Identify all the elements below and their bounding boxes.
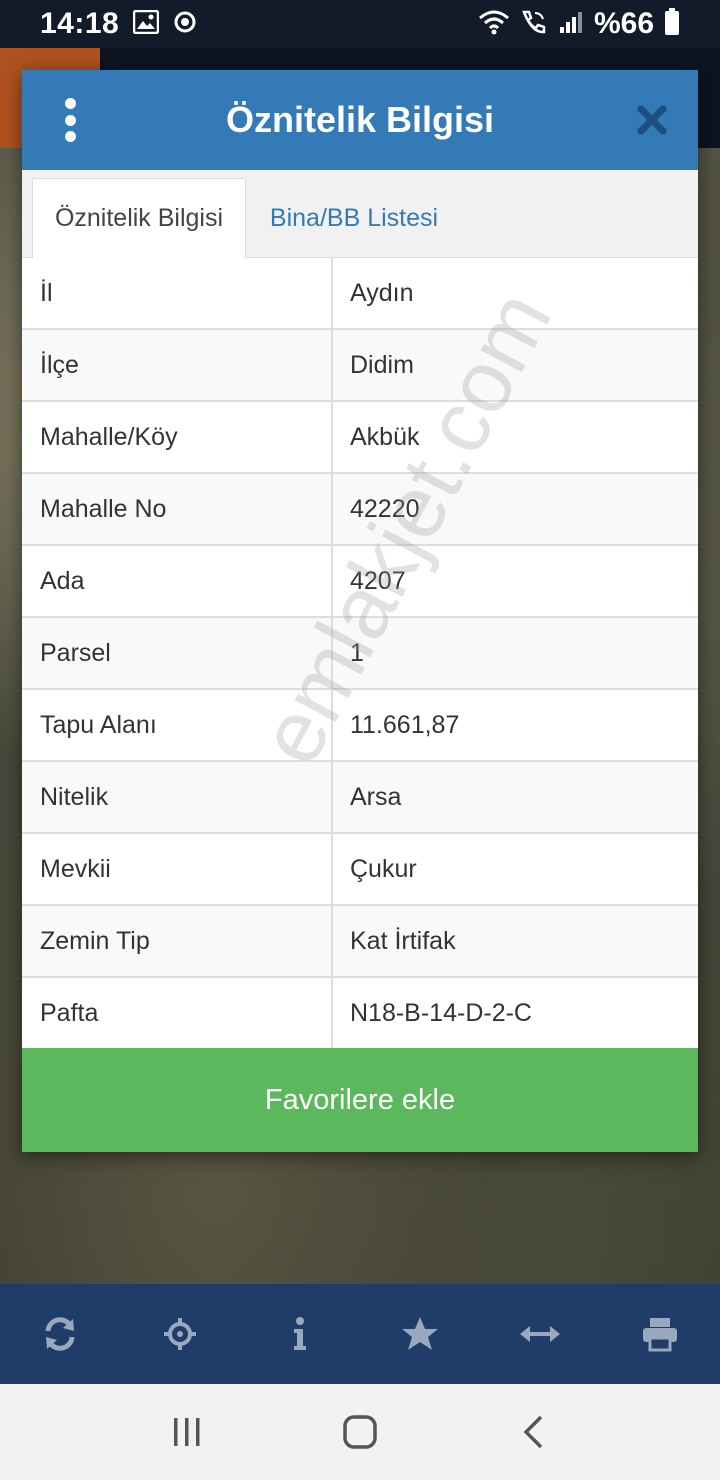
table-row: Pafta N18-B-14-D-2-C [22, 978, 698, 1050]
row-value: Didim [350, 350, 414, 379]
close-icon[interactable] [632, 100, 672, 140]
sync-icon [173, 10, 197, 39]
row-key: Mahalle/Köy [22, 402, 333, 472]
row-value: 42220 [350, 494, 420, 523]
info-icon[interactable] [265, 1299, 335, 1369]
refresh-icon[interactable] [25, 1299, 95, 1369]
print-icon[interactable] [625, 1299, 695, 1369]
table-row: Nitelik Arsa [22, 762, 698, 834]
map-toolbar [0, 1284, 720, 1384]
table-row: Parsel 1 [22, 618, 698, 690]
table-row: İlçe Didim [22, 330, 698, 402]
wifi-call-icon [520, 9, 548, 40]
row-value: Kat İrtifak [350, 926, 456, 955]
battery-icon [664, 7, 680, 41]
image-icon [132, 9, 160, 39]
locate-icon[interactable] [145, 1299, 215, 1369]
table-row: Mahalle No 42220 [22, 474, 698, 546]
row-value: Aydın [350, 278, 414, 307]
table-row: Mahalle/Köy Akbük [22, 402, 698, 474]
star-icon[interactable] [385, 1299, 455, 1369]
status-time: 14:18 [40, 7, 120, 40]
row-value: N18-B-14-D-2-C [350, 998, 532, 1027]
row-key: Mevkii [22, 834, 333, 904]
more-options-icon[interactable] [52, 98, 88, 142]
measure-icon[interactable] [505, 1299, 575, 1369]
row-value: 1 [350, 638, 364, 667]
table-row: Tapu Alanı 11.661,87 [22, 690, 698, 762]
row-key: Parsel [22, 618, 333, 688]
home-icon[interactable] [320, 1392, 400, 1472]
row-value: Akbük [350, 422, 420, 451]
tabs-bar: Öznitelik Bilgisi Bina/BB Listesi [22, 170, 698, 259]
dialog-title: Öznitelik Bilgisi [225, 99, 495, 140]
table-row: İl Aydın [22, 258, 698, 330]
battery-percentage: %66 [593, 7, 654, 40]
attribute-dialog: Öznitelik Bilgisi Öznitelik Bilgisi Bina… [22, 70, 698, 1152]
row-key: Tapu Alanı [22, 690, 333, 760]
dialog-header: Öznitelik Bilgisi [22, 70, 698, 170]
table-row: Zemin Tip Kat İrtifak [22, 906, 698, 978]
row-key: Mahalle No [22, 474, 333, 544]
tab-building-list[interactable]: Bina/BB Listesi [254, 178, 454, 259]
system-nav-bar [0, 1384, 720, 1480]
tab-attribute-info[interactable]: Öznitelik Bilgisi [32, 178, 246, 259]
add-favorite-button[interactable]: Favorilere ekle [22, 1048, 698, 1152]
row-value: 11.661,87 [350, 710, 460, 739]
row-value: Çukur [350, 854, 417, 883]
row-key: İlçe [22, 330, 333, 400]
row-key: Pafta [22, 978, 333, 1048]
row-value: 4207 [350, 566, 406, 595]
wifi-icon [478, 9, 510, 40]
signal-icon [558, 9, 584, 40]
recent-apps-icon[interactable] [147, 1392, 227, 1472]
row-key: Nitelik [22, 762, 333, 832]
table-row: Ada 4207 [22, 546, 698, 618]
status-bar: 14:18 %66 [0, 0, 720, 48]
row-key: Zemin Tip [22, 906, 333, 976]
table-row: Mevkii Çukur [22, 834, 698, 906]
row-key: İl [22, 258, 333, 328]
row-key: Ada [22, 546, 333, 616]
row-value: Arsa [350, 782, 402, 811]
attribute-table: İl Aydın İlçe Didim Mahalle/Köy Akbük Mahal… [22, 258, 698, 1050]
back-icon[interactable] [493, 1392, 573, 1472]
